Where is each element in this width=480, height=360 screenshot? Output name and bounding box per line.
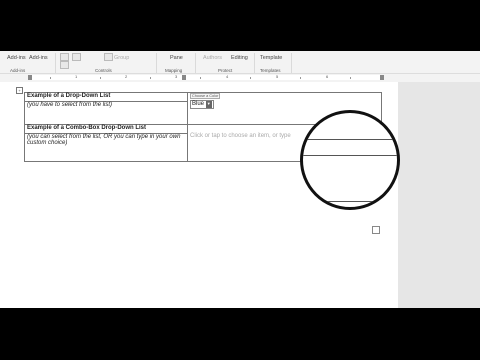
ruler-number: 3 xyxy=(175,74,178,79)
table-cell[interactable]: Example of a Drop-Down List xyxy=(24,92,188,102)
ruler-number: 2 xyxy=(125,74,128,79)
row1-note: (you have to select from the list) xyxy=(27,102,113,108)
row2-title: Example of a Combo-Box Drop-Down List xyxy=(27,125,147,131)
ribbon-separator xyxy=(156,53,157,73)
ruler-number: 5 xyxy=(276,74,279,79)
right-indent-marker[interactable] xyxy=(380,75,384,80)
control-icon[interactable] xyxy=(104,53,113,61)
left-indent-marker[interactable] xyxy=(28,75,32,80)
color-dropdown[interactable]: Blue ▼ xyxy=(190,100,214,109)
ruler-number: 6 xyxy=(326,74,329,79)
table-move-handle-icon[interactable]: + xyxy=(16,87,23,94)
ribbon-separator xyxy=(291,53,292,73)
control-icon[interactable] xyxy=(72,53,81,61)
control-icon[interactable] xyxy=(60,53,69,61)
table-cell[interactable]: Example of a Combo-Box Drop-Down List xyxy=(24,124,188,134)
table-resize-handle[interactable] xyxy=(372,226,380,234)
column-marker[interactable] xyxy=(182,75,186,80)
row2-note: (you can select from the list, OR you ca… xyxy=(27,134,181,146)
control-icon[interactable] xyxy=(60,61,69,69)
ruler-number: 4 xyxy=(226,74,229,79)
addins-button-2[interactable]: Add-ins xyxy=(29,55,48,61)
ribbon: Add-ins Add-ins Add-ins Group Controls P… xyxy=(0,51,480,73)
ruler-tick xyxy=(350,77,351,79)
row1-title: Example of a Drop-Down List xyxy=(27,93,111,99)
ruler-work-area xyxy=(30,75,382,80)
table-cell[interactable]: (you can select from the list, OR you ca… xyxy=(24,133,188,162)
magnified-line xyxy=(303,139,397,140)
ruler-tick xyxy=(200,77,201,79)
magnified-line xyxy=(303,155,397,156)
document-template-button[interactable]: Template xyxy=(260,55,282,61)
ruler-tick xyxy=(150,77,151,79)
ruler-tick xyxy=(250,77,251,79)
ruler-number: 1 xyxy=(75,74,78,79)
word-window: Add-ins Add-ins Add-ins Group Controls P… xyxy=(0,51,480,308)
ribbon-separator xyxy=(254,53,255,73)
table-cell[interactable]: (you have to select from the list) xyxy=(24,101,188,125)
ruler-tick xyxy=(300,77,301,79)
ribbon-separator xyxy=(195,53,196,73)
group-button[interactable]: Group xyxy=(114,55,129,61)
ruler-tick xyxy=(50,77,51,79)
dropdown-arrow-icon[interactable]: ▼ xyxy=(205,101,212,108)
addins-button-1[interactable]: Add-ins xyxy=(7,55,26,61)
ruler-tick xyxy=(100,77,101,79)
canvas-background xyxy=(398,82,480,308)
magnified-line xyxy=(303,201,397,202)
content-control-tag[interactable]: Choose a Color xyxy=(190,93,221,99)
restrict-editing-button[interactable]: Editing xyxy=(231,55,248,61)
dropdown-value: Blue xyxy=(192,101,205,107)
ribbon-separator xyxy=(55,53,56,73)
combo-box-placeholder[interactable]: Click or tap to choose an item, or type xyxy=(190,133,291,139)
magnifier-circle xyxy=(300,110,400,210)
xml-mapping-pane-button[interactable]: Pane xyxy=(170,55,183,61)
block-authors-button[interactable]: Authors xyxy=(203,55,222,61)
